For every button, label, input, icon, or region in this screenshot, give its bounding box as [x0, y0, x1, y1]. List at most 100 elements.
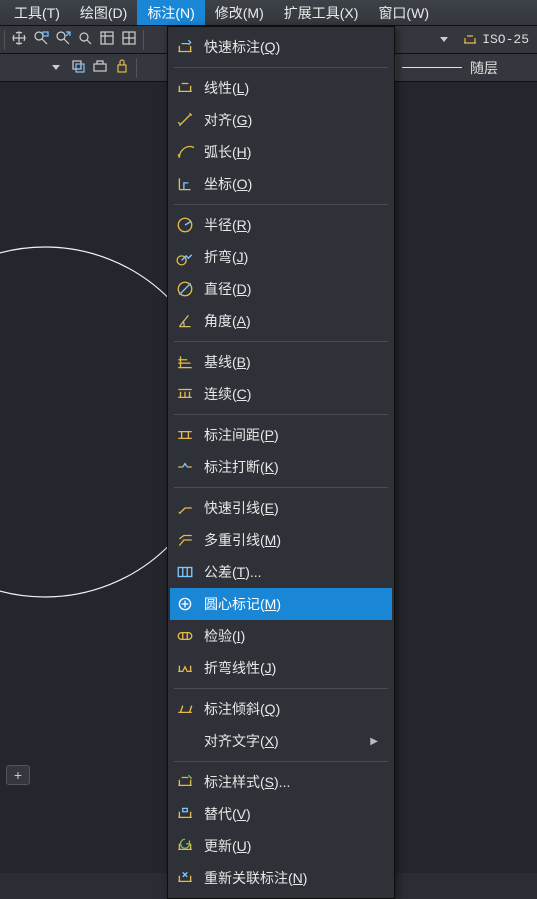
- menubar-item[interactable]: 修改(M): [205, 0, 274, 25]
- menu-item-label: 快速标注(Q): [204, 37, 378, 57]
- menubar: 工具(T)绘图(D)标注(N)修改(M)扩展工具(X)窗口(W): [0, 0, 537, 26]
- menu-item-label: 对齐(G): [204, 110, 378, 130]
- menu-item-q-leader[interactable]: 快速引线(E): [170, 492, 392, 524]
- menu-separator: [174, 67, 388, 68]
- menu-item-label: 检验(I): [204, 626, 378, 646]
- menu-item-label: 直径(D): [204, 279, 378, 299]
- zoom-extents-icon: [55, 30, 71, 49]
- menu-item-label: 重新关联标注(N): [204, 868, 378, 888]
- dim-override-icon: [176, 805, 194, 823]
- zoom-extents-button[interactable]: [53, 30, 73, 50]
- menu-item-dim-style[interactable]: 标注样式(S)...: [170, 766, 392, 798]
- dim-style-value: ISO-25: [482, 32, 529, 47]
- dim-style-combo[interactable]: ISO-25: [434, 32, 535, 48]
- layer-linetype-combo[interactable]: 随层: [395, 54, 535, 81]
- menubar-item[interactable]: 工具(T): [4, 0, 70, 25]
- toolbar-separator: [136, 58, 137, 78]
- layer-copy-button[interactable]: [68, 58, 88, 78]
- menu-item-dim-arc[interactable]: 弧长(H): [170, 136, 392, 168]
- dim-ordinate-icon: [176, 175, 194, 193]
- menu-item-label: 标注打断(K): [204, 457, 378, 477]
- dim-reassoc-icon: [176, 869, 194, 887]
- menu-item-dim-space[interactable]: 标注间距(P): [170, 419, 392, 451]
- dim-diameter-icon: [176, 280, 194, 298]
- properties-icon: [99, 30, 115, 49]
- menu-item-dim-diameter[interactable]: 直径(D): [170, 273, 392, 305]
- center-mark-icon: [176, 595, 194, 613]
- menu-item-m-leader[interactable]: 多重引线(M): [170, 524, 392, 556]
- menu-item-dim-update[interactable]: 更新(U): [170, 830, 392, 862]
- menu-item-dim-aligned[interactable]: 对齐(G): [170, 104, 392, 136]
- menu-item-tolerance[interactable]: 公差(T)...: [170, 556, 392, 588]
- menu-separator: [174, 204, 388, 205]
- menu-item-label: 连续(C): [204, 384, 378, 404]
- menubar-item[interactable]: 标注(N): [137, 0, 204, 25]
- menu-item-dim-override[interactable]: 替代(V): [170, 798, 392, 830]
- menu-separator: [174, 341, 388, 342]
- menu-item-dim-angular[interactable]: 角度(A): [170, 305, 392, 337]
- layer-walk-button[interactable]: [90, 58, 110, 78]
- menu-item-dim-jog[interactable]: 折弯(J): [170, 241, 392, 273]
- submenu-arrow-icon: ▶: [370, 736, 378, 747]
- menubar-item[interactable]: 绘图(D): [70, 0, 137, 25]
- menu-separator: [174, 688, 388, 689]
- menu-item-label: 标注倾斜(Q): [204, 699, 378, 719]
- menu-item-label: 弧长(H): [204, 142, 378, 162]
- menu-item-dim-continue[interactable]: 连续(C): [170, 378, 392, 410]
- menu-item-label: 快速引线(E): [204, 498, 378, 518]
- dim-linear-icon: [176, 79, 194, 97]
- dim-update-icon: [176, 837, 194, 855]
- annotation-menu: 快速标注(Q) 线性(L) 对齐(G) 弧长(H) 坐标(O) 半径(R)折弯(J) 直径(…: [167, 26, 395, 899]
- menu-item-label: 更新(U): [204, 836, 378, 856]
- menu-item-dim-break[interactable]: 标注打断(K): [170, 451, 392, 483]
- menu-item-dim-quick[interactable]: 快速标注(Q): [170, 31, 392, 63]
- m-leader-icon: [176, 531, 194, 549]
- dim-space-icon: [176, 426, 194, 444]
- menu-item-dim-radius[interactable]: 半径(R): [170, 209, 392, 241]
- dim-break-icon: [176, 458, 194, 476]
- menu-item-dim-baseline[interactable]: 基线(B): [170, 346, 392, 378]
- dim-continue-icon: [176, 385, 194, 403]
- menu-item-dim-oblique[interactable]: 标注倾斜(Q): [170, 693, 392, 725]
- menu-separator: [174, 761, 388, 762]
- menu-item-dim-ordinate[interactable]: 坐标(O): [170, 168, 392, 200]
- zoom-window-button[interactable]: [31, 30, 51, 50]
- jog-linear-icon: [176, 659, 194, 677]
- add-layout-tab[interactable]: +: [6, 765, 30, 785]
- menu-item-label: 标注间距(P): [204, 425, 378, 445]
- menu-item-inspect[interactable]: 检验(I): [170, 620, 392, 652]
- layer-walk-icon: [92, 58, 108, 77]
- pan-button[interactable]: [9, 30, 29, 50]
- layer-copy-icon: [70, 58, 86, 77]
- zoom-window-icon: [33, 30, 49, 49]
- dim-jog-icon: [176, 248, 194, 266]
- menu-item-dim-reassoc[interactable]: 重新关联标注(N): [170, 862, 392, 894]
- grid2-button[interactable]: [119, 30, 139, 50]
- linetype-preview-icon: [402, 67, 462, 69]
- menu-item-label: 多重引线(M): [204, 530, 378, 550]
- menu-item-jog-linear[interactable]: 折弯线性(J): [170, 652, 392, 684]
- menu-item-label: 标注样式(S)...: [204, 772, 378, 792]
- menubar-item[interactable]: 窗口(W): [368, 0, 439, 25]
- plus-icon: +: [14, 768, 22, 782]
- layer-lock-icon: [114, 58, 130, 77]
- menubar-item[interactable]: 扩展工具(X): [274, 0, 369, 25]
- menu-item-label: 圆心标记(M): [204, 594, 378, 614]
- menu-item-text[interactable]: 对齐文字(X)▶: [170, 725, 392, 757]
- properties-button[interactable]: [97, 30, 117, 50]
- pan-icon: [11, 30, 27, 49]
- q-leader-icon: [176, 499, 194, 517]
- layer-linetype-label: 随层: [470, 58, 498, 78]
- dim-style-icon: [176, 773, 194, 791]
- menu-item-label: 替代(V): [204, 804, 378, 824]
- toolbar-separator: [4, 30, 5, 50]
- dim-style-icon: [462, 32, 478, 48]
- menu-item-dim-linear[interactable]: 线性(L): [170, 72, 392, 104]
- menu-separator: [174, 487, 388, 488]
- zoom-realtime-button[interactable]: [75, 30, 95, 50]
- tolerance-icon: [176, 563, 194, 581]
- dim-quick-icon: [176, 38, 194, 56]
- menu-item-center-mark[interactable]: 圆心标记(M): [170, 588, 392, 620]
- layer-lock-button[interactable]: [112, 58, 132, 78]
- menu-item-label: 线性(L): [204, 78, 378, 98]
